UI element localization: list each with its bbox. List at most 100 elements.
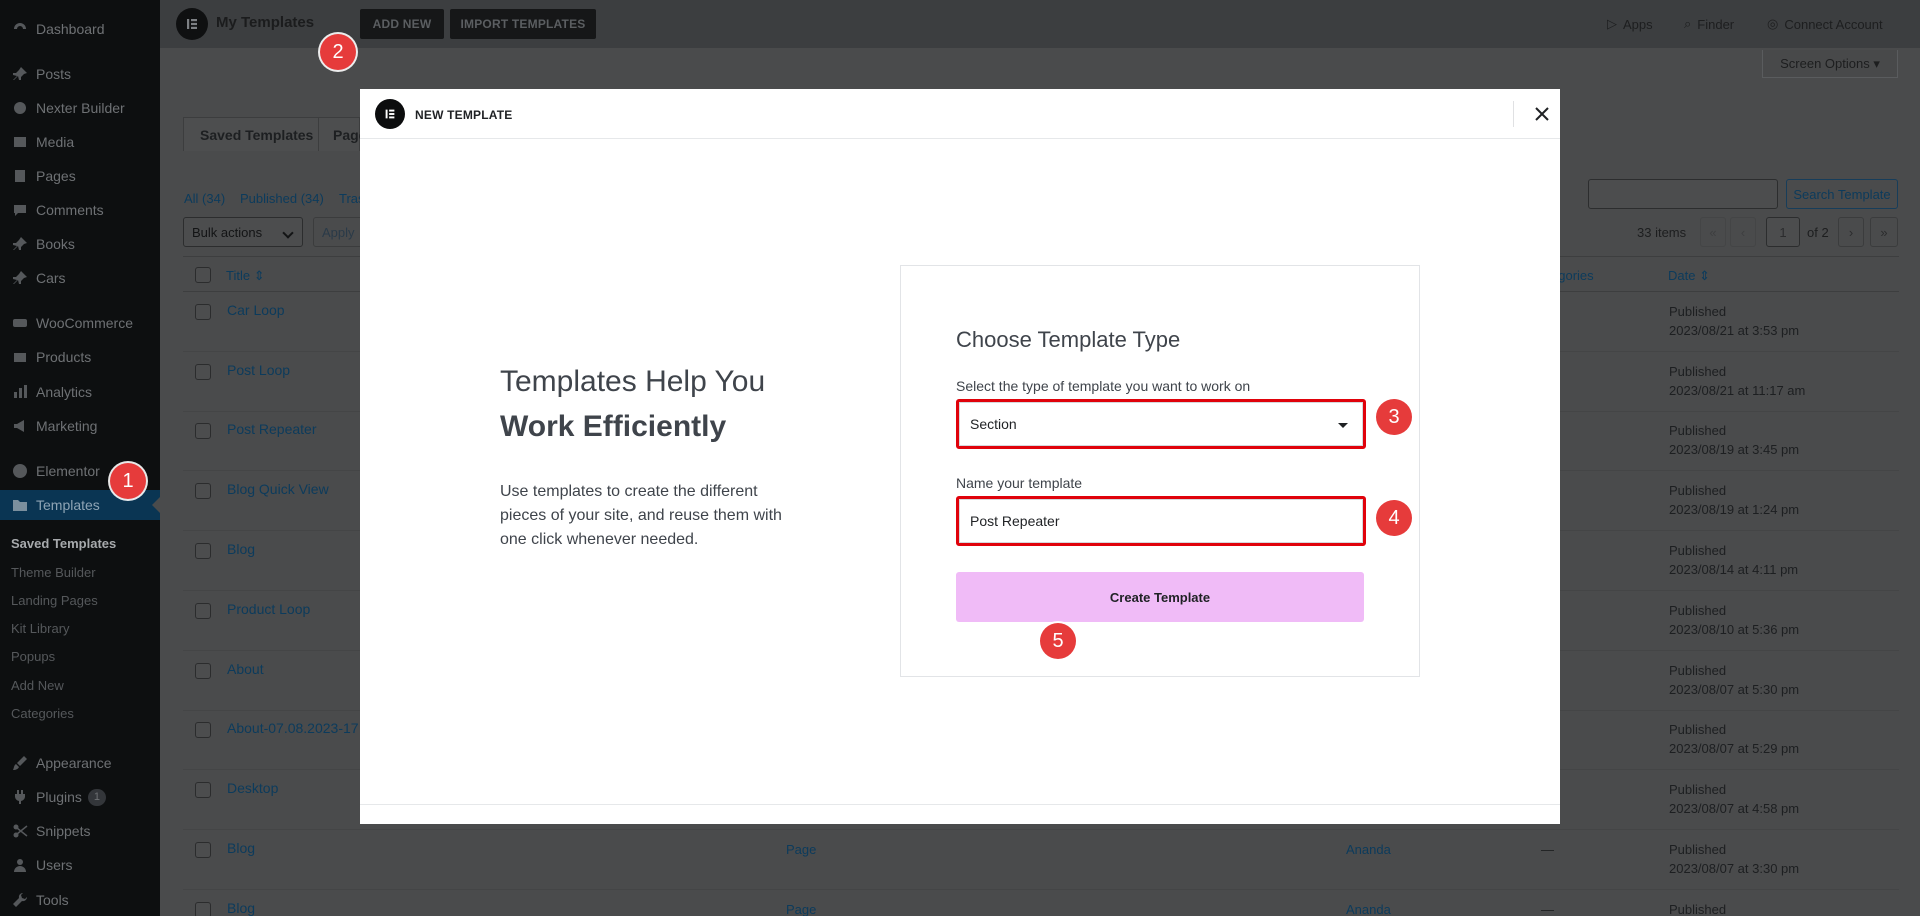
select-all-checkbox[interactable] [195, 267, 211, 283]
sidebar-item-products[interactable]: Products [0, 342, 160, 372]
row-title-link[interactable]: Blog [227, 840, 255, 856]
sidebar-item-tools[interactable]: Tools [0, 885, 160, 915]
row-title-link[interactable]: About-07.08.2023-17 [227, 720, 359, 736]
first-page-button: « [1700, 217, 1726, 247]
row-title-link[interactable]: Blog [227, 900, 255, 916]
folder-icon [10, 495, 30, 515]
sort-icon: ⇕ [253, 268, 265, 283]
row-checkbox[interactable] [195, 304, 211, 320]
submenu-saved-templates[interactable]: Saved Templates [11, 536, 116, 551]
sidebar-item-posts[interactable]: Posts [0, 59, 160, 89]
sidebar-item-label: Marketing [36, 418, 98, 434]
sidebar-item-plugins[interactable]: Plugins 1 [0, 782, 160, 812]
search-templates-input[interactable] [1588, 179, 1778, 209]
row-checkbox[interactable] [195, 483, 211, 499]
sidebar-item-label: WooCommerce [36, 315, 133, 331]
sidebar-item-media[interactable]: Media [0, 127, 160, 157]
row-title-link[interactable]: About [227, 661, 264, 677]
add-new-button[interactable]: ADD NEW [360, 9, 444, 39]
submenu-landing-pages[interactable]: Landing Pages [11, 593, 98, 608]
connect-account-link[interactable]: ◎ Connect Account [1767, 16, 1883, 32]
step-marker-3: 3 [1376, 399, 1412, 435]
form-title: Choose Template Type [956, 327, 1181, 352]
tab-saved-templates[interactable]: Saved Templates [183, 117, 331, 151]
tab-page[interactable]: Page [318, 117, 366, 151]
wrench-icon [10, 890, 30, 910]
finder-link[interactable]: ⌕ Finder [1684, 16, 1734, 32]
row-type[interactable]: Page [786, 902, 816, 916]
filter-published[interactable]: Published (34) [240, 191, 324, 206]
row-author[interactable]: Ananda [1346, 902, 1391, 916]
row-title-link[interactable]: Product Loop [227, 601, 310, 617]
row-title-link[interactable]: Blog Quick View [227, 481, 329, 497]
row-categories: — [1541, 902, 1554, 916]
bulk-actions-select[interactable]: Bulk actions [183, 217, 303, 247]
row-title-link[interactable]: Car Loop [227, 302, 285, 318]
sidebar-item-pages[interactable]: Pages [0, 161, 160, 191]
sidebar-item-snippets[interactable]: Snippets [0, 816, 160, 846]
sidebar-item-nexter-builder[interactable]: Nexter Builder [0, 93, 160, 123]
column-date[interactable]: Date ⇕ [1668, 268, 1710, 284]
row-checkbox[interactable] [195, 423, 211, 439]
apps-link[interactable]: ▷ Apps [1607, 16, 1653, 32]
plug-icon [10, 787, 30, 807]
row-date-value: 2023/08/14 at 4:11 pm [1669, 562, 1799, 577]
submenu-theme-builder[interactable]: Theme Builder [11, 565, 96, 580]
row-title-link[interactable]: Post Repeater [227, 421, 317, 437]
template-type-select[interactable]: Section [959, 402, 1363, 446]
row-checkbox[interactable] [195, 902, 211, 916]
row-type[interactable]: Page [786, 842, 816, 857]
row-checkbox[interactable] [195, 364, 211, 380]
search-template-button[interactable]: Search Template [1786, 179, 1898, 209]
connect-label: Connect Account [1784, 16, 1883, 32]
account-circle-icon: ◎ [1767, 16, 1779, 31]
sidebar-item-woocommerce[interactable]: WooCommerce [0, 308, 160, 338]
sidebar-item-marketing[interactable]: Marketing [0, 411, 160, 441]
create-template-button[interactable]: Create Template [956, 572, 1364, 622]
import-templates-button[interactable]: IMPORT TEMPLATES [450, 9, 596, 39]
row-checkbox[interactable] [195, 663, 211, 679]
submenu-popups[interactable]: Popups [11, 649, 55, 664]
row-checkbox[interactable] [195, 782, 211, 798]
row-title-link[interactable]: Blog [227, 541, 255, 557]
sidebar-item-label: Users [36, 857, 73, 873]
row-checkbox[interactable] [195, 842, 211, 858]
sidebar-item-label: Dashboard [36, 21, 105, 37]
sidebar-item-analytics[interactable]: Analytics [0, 377, 160, 407]
plugins-update-badge: 1 [87, 788, 106, 806]
sidebar-item-cars[interactable]: Cars [0, 263, 160, 293]
submenu-add-new[interactable]: Add New [11, 678, 64, 693]
template-name-input[interactable]: Post Repeater [959, 499, 1363, 543]
row-title-link[interactable]: Post Loop [227, 362, 290, 378]
sidebar-item-appearance[interactable]: Appearance [0, 748, 160, 778]
row-date-value: 2023/08/21 at 11:17 am [1669, 383, 1806, 398]
row-title-link[interactable]: Desktop [227, 780, 278, 796]
submenu-kit-library[interactable]: Kit Library [11, 621, 70, 636]
row-status: Published [1669, 902, 1727, 916]
dashboard-icon [10, 19, 30, 39]
sidebar-item-books[interactable]: Books [0, 229, 160, 259]
row-checkbox[interactable] [195, 722, 211, 738]
filter-all[interactable]: All (34) [184, 191, 225, 206]
submenu-categories[interactable]: Categories [11, 706, 74, 721]
apply-button[interactable]: Apply [313, 217, 363, 247]
sidebar-item-dashboard[interactable]: Dashboard [0, 14, 160, 44]
next-page-button[interactable]: › [1838, 217, 1864, 247]
column-title[interactable]: Title ⇕ [226, 268, 265, 284]
intro-description: Use templates to create the different pi… [500, 483, 782, 548]
sidebar-item-users[interactable]: Users [0, 850, 160, 880]
elementor-logo-icon [375, 99, 405, 129]
screen-options-button[interactable]: Screen Options ▾ [1762, 50, 1898, 78]
row-status: Published [1669, 304, 1727, 319]
row-checkbox[interactable] [195, 543, 211, 559]
current-page-input[interactable]: 1 [1766, 217, 1800, 247]
intro-heading-line2: Work Efficiently [500, 410, 727, 443]
sidebar-item-label: Tools [36, 892, 69, 908]
last-page-button[interactable]: » [1870, 217, 1898, 247]
header-divider [1513, 101, 1514, 127]
close-icon[interactable] [1530, 102, 1554, 126]
row-author[interactable]: Ananda [1346, 842, 1391, 857]
scissors-icon [10, 821, 30, 841]
row-checkbox[interactable] [195, 603, 211, 619]
sidebar-item-comments[interactable]: Comments [0, 195, 160, 225]
